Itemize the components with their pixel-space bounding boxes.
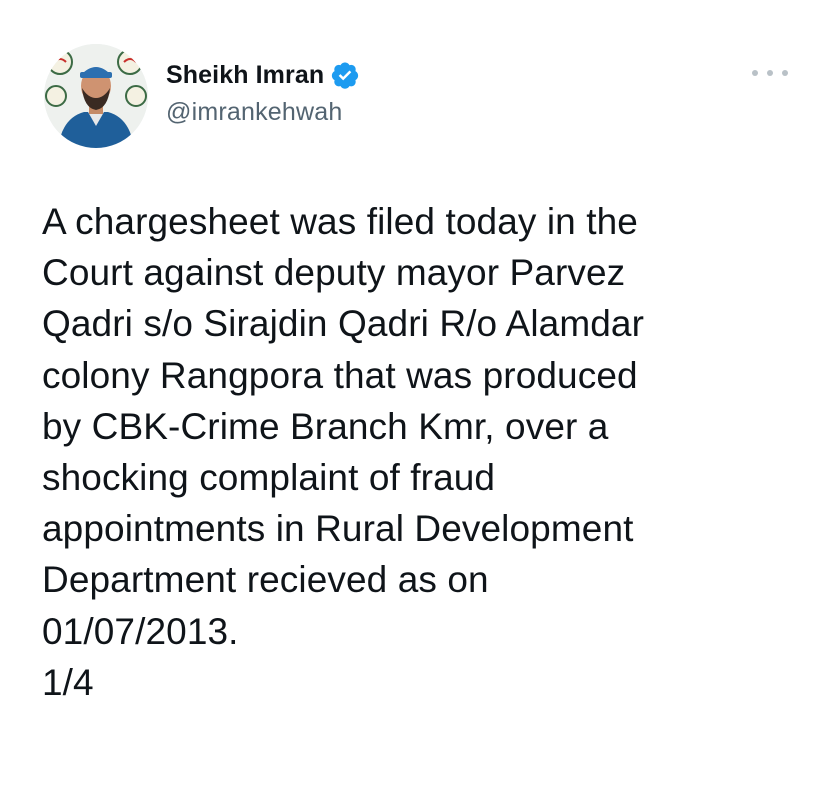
tweet-text-line: colony Rangpora that was produced [42,354,638,396]
tweet-text-line: Court against deputy mayor Parvez [42,252,626,294]
thread-counter: 1/4 [42,661,94,703]
author-display-name[interactable]: Sheikh Imran [166,61,324,90]
more-dot [782,70,788,76]
avatar[interactable] [44,44,148,148]
tweet-text-line: 01/07/2013. [42,610,239,652]
more-horizontal-icon[interactable] [752,66,788,80]
more-dot [752,70,758,76]
tweet-text-line: Qadri s/o Sirajdin Qadri R/o Alamdar [42,303,645,345]
more-dot [767,70,773,76]
avatar-photo [44,44,148,148]
author-handle[interactable]: @imrankehwah [166,98,360,127]
tweet-text-line: appointments in Rural Development [42,508,634,550]
tweet-card: Sheikh Imran @imrankehwah A chargesheet … [0,0,828,808]
tweet-text-line: Department recieved as on [42,559,489,601]
author-block: Sheikh Imran @imrankehwah [166,58,360,127]
tweet-text-line: A chargesheet was filed today in the [42,201,638,242]
tweet-text-line: shocking complaint of fraud [42,457,496,499]
tweet-text: A chargesheet was filed today in the Cou… [42,196,802,708]
author-name-row: Sheikh Imran [166,58,360,92]
tweet-text-line: by CBK-Crime Branch Kmr, over a [42,405,609,447]
verified-badge-icon [330,60,360,90]
